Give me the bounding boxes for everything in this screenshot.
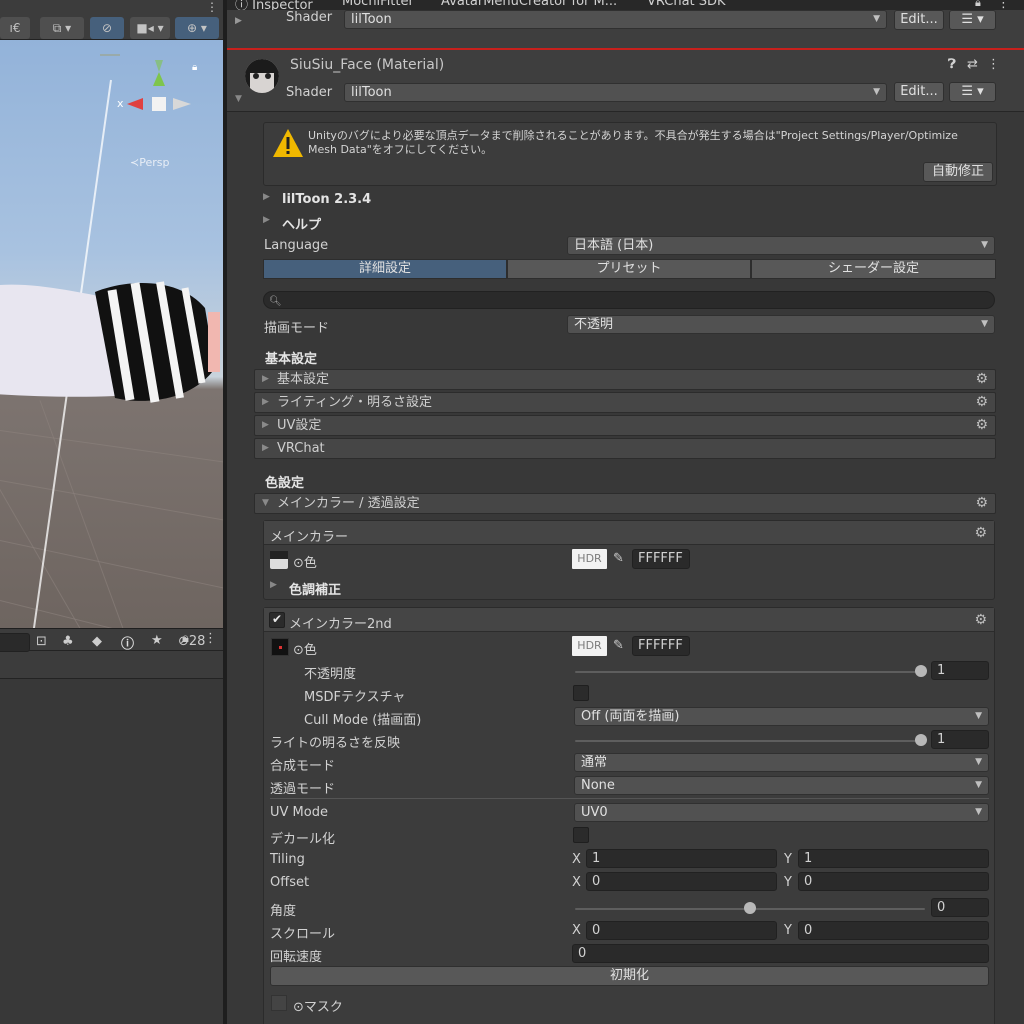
- visibility-icon[interactable]: ⊘: [90, 17, 124, 39]
- search-scope-icon[interactable]: ⊡: [36, 634, 47, 649]
- shader-label: Shader: [286, 10, 333, 25]
- tab-mochifitter[interactable]: MochiFitter: [342, 0, 414, 9]
- camera-icon[interactable]: ■◂ ▾: [130, 17, 170, 39]
- inspector-panel: ⓘ Inspector MochiFitter AvatarMenuCreato…: [227, 0, 1024, 1024]
- edit-shader-button[interactable]: Edit...: [894, 10, 944, 30]
- tag-icon[interactable]: ◆: [92, 634, 102, 649]
- orientation-gizmo[interactable]: [115, 52, 195, 122]
- hierarchy-toolbar: ⊡ ♣ ◆ ⓘ ★ ⊘28: [0, 633, 223, 679]
- warning-filter-icon[interactable]: ⓘ: [121, 633, 134, 652]
- tab-vrchat-sdk[interactable]: VRChat SDK: [647, 0, 726, 9]
- star-icon[interactable]: ★: [151, 633, 163, 648]
- layers-icon[interactable]: ⧉ ▾: [40, 17, 84, 39]
- grid-line: [0, 430, 223, 465]
- grid-line: [39, 400, 130, 628]
- gizmo-x-label: x: [117, 97, 124, 110]
- lock-icon[interactable]: 🔒︎: [975, 0, 981, 10]
- grid-line: [0, 420, 91, 628]
- highlight-frame: [227, 48, 1024, 1024]
- shapes-icon[interactable]: ♣: [62, 634, 74, 649]
- avatar-arm[interactable]: [0, 278, 220, 403]
- previous-material-header: ▶ Shader lilToon ▼ Edit... ☰ ▾: [227, 10, 1024, 50]
- shader-dropdown[interactable]: lilToon ▼: [344, 10, 887, 29]
- persp-label[interactable]: ≺Persp: [130, 156, 169, 169]
- fx-icon[interactable]: ı€: [0, 17, 30, 39]
- hierarchy-panel: 🔒︎ ⋮ ⊡ ♣ ◆ ⓘ ★ ⊘28: [0, 628, 223, 1024]
- foldout-arrow-icon[interactable]: ▶: [235, 16, 242, 26]
- more-icon[interactable]: ⋮: [206, 0, 218, 14]
- hidden-count[interactable]: ⊘28: [178, 634, 205, 649]
- tab-avatarmenucreator[interactable]: AvatarMenuCreator for M...: [441, 0, 617, 9]
- window-tabs: ⓘ Inspector MochiFitter AvatarMenuCreato…: [227, 0, 1024, 13]
- gizmo-icon[interactable]: ⊕ ▾: [175, 17, 219, 39]
- scene-view[interactable]: x ≺Persp 🔒︎ ı€ ⧉ ▾ ⊘ ■◂ ▾ ⊕ ▾ ⋮: [0, 0, 223, 628]
- scene-toolbar: ı€ ⧉ ▾ ⊘ ■◂ ▾ ⊕ ▾ ⋮: [0, 0, 223, 40]
- lock-icon[interactable]: 🔒︎: [192, 62, 197, 73]
- more-icon[interactable]: ⋮: [204, 631, 217, 646]
- grid-line: [0, 480, 223, 523]
- search-input[interactable]: [0, 633, 30, 652]
- shader-menu-button[interactable]: ☰ ▾: [949, 10, 996, 30]
